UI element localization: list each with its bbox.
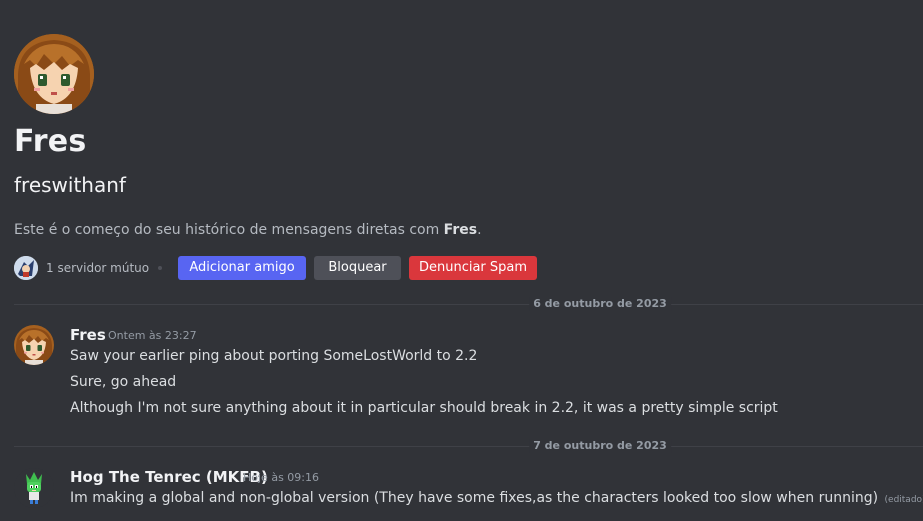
server-avatar-icon bbox=[14, 256, 38, 280]
date-divider-label: 6 de outubro de 2023 bbox=[529, 297, 671, 311]
message-author[interactable]: Fres bbox=[70, 325, 106, 345]
intro-suffix: . bbox=[477, 222, 482, 238]
block-button[interactable]: Bloquear bbox=[314, 256, 401, 280]
message-content: Saw your earlier ping about porting Some… bbox=[70, 348, 478, 364]
message-text: Im making a global and non-global versio… bbox=[70, 490, 879, 506]
message-author[interactable]: Hog The Tenrec (MKFB) bbox=[70, 467, 268, 487]
date-divider: 6 de outubro de 2023 bbox=[14, 297, 923, 311]
message-content: Im making a global and non-global versio… bbox=[70, 488, 923, 510]
message-content: Although I'm not sure anything about it … bbox=[70, 400, 778, 416]
add-friend-button[interactable]: Adicionar amigo bbox=[178, 256, 306, 280]
profile-avatar[interactable] bbox=[14, 34, 94, 114]
dm-channel: Fres freswithanf Este é o começo do seu … bbox=[0, 0, 923, 521]
report-spam-button[interactable]: Denunciar Spam bbox=[409, 256, 537, 280]
separator-dot bbox=[158, 266, 162, 270]
mutual-servers-link[interactable]: 1 servidor mútuo bbox=[46, 259, 149, 277]
message-timestamp: Ontem às 23:27 bbox=[108, 329, 197, 342]
message-avatar[interactable] bbox=[14, 325, 54, 365]
edited-indicator: (editado) bbox=[884, 495, 923, 505]
intro-name: Fres bbox=[443, 222, 478, 238]
anime-girl-avatar-icon bbox=[14, 34, 94, 114]
intro-prefix: Este é o começo do seu histórico de mens… bbox=[14, 222, 444, 238]
profile-username: freswithanf bbox=[14, 173, 126, 197]
green-tenrec-avatar-icon bbox=[14, 468, 54, 508]
date-divider: 7 de outubro de 2023 bbox=[14, 439, 923, 453]
date-divider-label: 7 de outubro de 2023 bbox=[529, 439, 671, 453]
profile-display-name: Fres bbox=[14, 124, 87, 159]
dm-intro-text: Este é o começo do seu histórico de mens… bbox=[14, 220, 482, 240]
mutual-server-icon[interactable] bbox=[14, 256, 38, 280]
message-avatar[interactable] bbox=[14, 468, 54, 508]
anime-girl-avatar-icon bbox=[14, 325, 54, 365]
message-timestamp: Hoje às 09:16 bbox=[243, 471, 319, 484]
message-content: Sure, go ahead bbox=[70, 374, 177, 390]
